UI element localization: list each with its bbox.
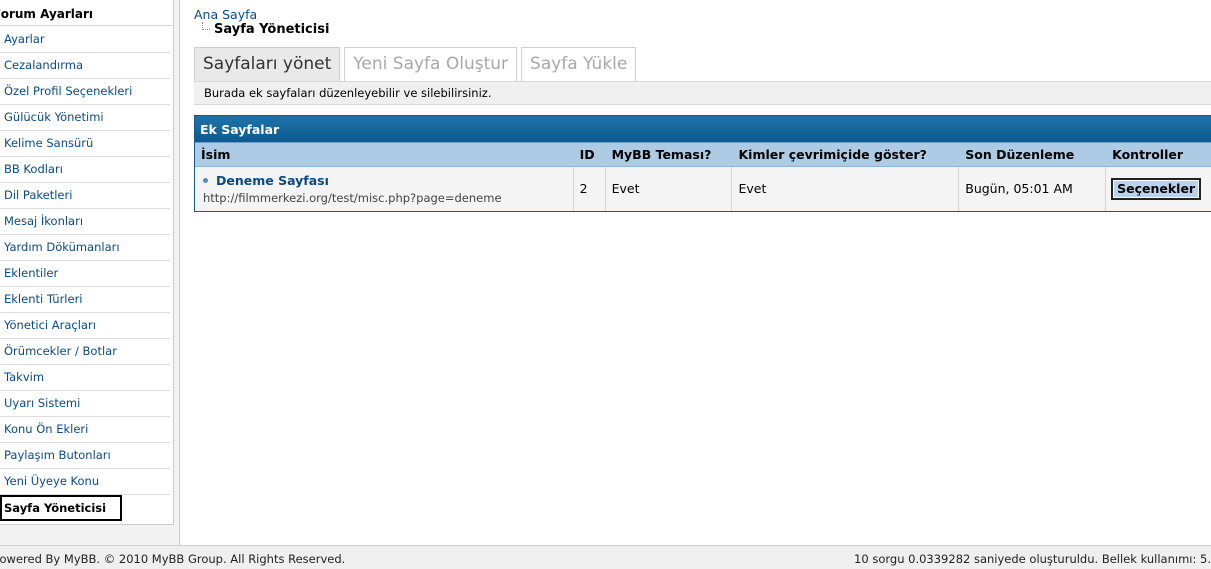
table-row: Deneme Sayfası http://filmmerkezi.org/te… [195, 167, 1211, 212]
cell-id: 2 [574, 167, 606, 211]
sidebar: Forum Ayarları Ayarlar Cezalandırma Özel… [0, 0, 180, 545]
footer-stats: 10 sorgu 0.0339282 saniyede oluşturuldu.… [854, 552, 1211, 566]
sidebar-item-calendar[interactable]: Takvim [0, 365, 170, 391]
column-header-theme: MyBB Teması? [611, 147, 712, 162]
page-url: http://filmmerkezi.org/test/misc.php?pag… [203, 191, 502, 205]
options-button[interactable]: Seçenekler [1111, 178, 1202, 200]
cell-last-edit: Bugün, 05:01 AM [959, 167, 1107, 211]
sidebar-item-settings[interactable]: Ayarlar [0, 27, 170, 53]
sidebar-item-page-manager[interactable]: Sayfa Yöneticisi [0, 495, 122, 521]
table-column-headers: İsim ID MyBB Teması? Kimler çevrimiçide … [195, 142, 1211, 167]
sidebar-item-punishment[interactable]: Cezalandırma [0, 53, 170, 79]
tab-import-page[interactable]: Sayfa Yükle [521, 47, 637, 81]
column-header-last-edit: Son Düzenleme [965, 147, 1075, 162]
sidebar-item-new-member-thread[interactable]: Yeni Üyeye Konu [0, 469, 170, 495]
sidebar-item-smilies[interactable]: Gülücük Yönetimi [0, 105, 170, 131]
sidebar-item-language-packs[interactable]: Dil Paketleri [0, 183, 170, 209]
tab-description: Burada ek sayfaları düzenleyebilir ve si… [194, 81, 1211, 105]
page-title-wrap: Deneme Sayfası [203, 173, 329, 189]
column-header-id: ID [579, 147, 595, 162]
admin-page: Forum Ayarları Ayarlar Cezalandırma Özel… [0, 0, 1211, 569]
sidebar-item-help-docs[interactable]: Yardım Dökümanları [0, 235, 170, 261]
sidebar-item-word-filter[interactable]: Kelime Sansürü [0, 131, 170, 157]
bullet-icon [203, 178, 208, 183]
breadcrumb-current-label: Sayfa Yöneticisi [214, 22, 330, 37]
column-header-online: Kimler çevrimiçide göster? [738, 147, 927, 162]
column-header-name: İsim [201, 147, 231, 162]
sidebar-item-post-icons[interactable]: Mesaj İkonları [0, 209, 170, 235]
table-title: Ek Sayfalar [195, 115, 1211, 142]
tab-manage-pages[interactable]: Sayfaları yönet [194, 47, 341, 81]
sidebar-title: Forum Ayarları [0, 2, 174, 26]
sidebar-item-warning-system[interactable]: Uyarı Sistemi [0, 391, 170, 417]
breadcrumb-home-link[interactable]: Ana Sayfa [194, 7, 257, 22]
sidebar-item-attachment-types[interactable]: Eklenti Türleri [0, 287, 170, 313]
sidebar-item-thread-prefixes[interactable]: Konu Ön Ekleri [0, 417, 170, 443]
sidebar-item-bb-codes[interactable]: BB Kodları [0, 157, 170, 183]
tab-bar: Sayfaları yönet Yeni Sayfa Oluştur Sayfa… [194, 47, 640, 81]
breadcrumb-current: Sayfa Yöneticisi [200, 22, 329, 37]
cell-controls: Seçenekler [1106, 167, 1211, 211]
cell-theme: Evet [606, 167, 733, 211]
footer-copyright: Powered By MyBB. © 2010 MyBB Group. All … [0, 552, 346, 566]
sidebar-item-share-buttons[interactable]: Paylaşım Butonları [0, 443, 170, 469]
tab-create-page[interactable]: Yeni Sayfa Oluştur [344, 47, 518, 81]
sidebar-menu: Ayarlar Cezalandırma Özel Profil Seçenek… [0, 27, 170, 521]
sidebar-item-moderator-tools[interactable]: Yönetici Araçları [0, 313, 170, 339]
column-header-controls: Kontroller [1112, 147, 1184, 162]
cell-name: Deneme Sayfası http://filmmerkezi.org/te… [195, 167, 574, 211]
sidebar-panel: Forum Ayarları Ayarlar Cezalandırma Özel… [0, 0, 174, 525]
sidebar-item-attachments[interactable]: Eklentiler [0, 261, 170, 287]
sidebar-item-spiders-bots[interactable]: Örümcekler / Botlar [0, 339, 170, 365]
sidebar-item-custom-profile[interactable]: Özel Profil Seçenekleri [0, 79, 170, 105]
page-name-link[interactable]: Deneme Sayfası [216, 173, 329, 188]
cell-online: Evet [732, 167, 960, 211]
pages-table: Ek Sayfalar İsim ID MyBB Teması? Kimler … [194, 115, 1211, 212]
footer: Powered By MyBB. © 2010 MyBB Group. All … [0, 545, 1211, 569]
